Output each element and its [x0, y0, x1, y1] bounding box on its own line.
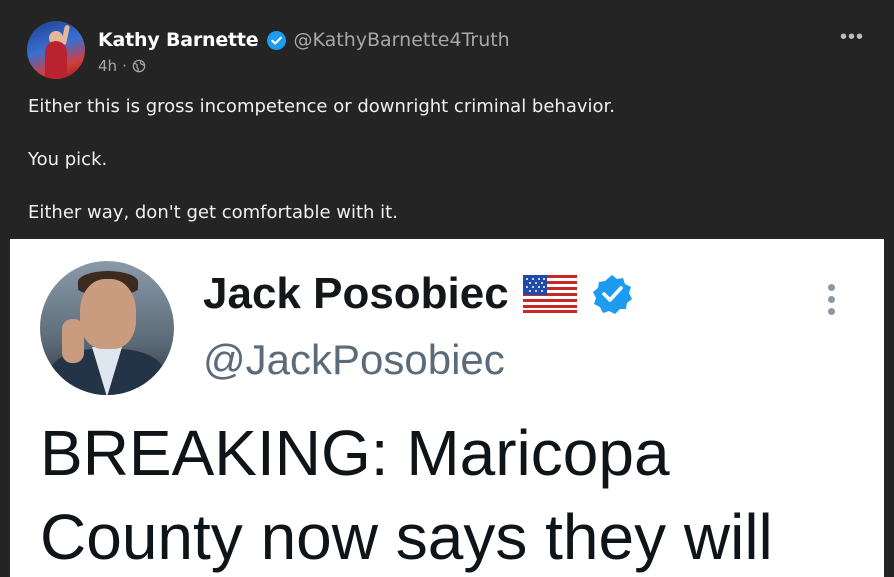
embedded-screenshot[interactable]: Jack Posobiec @JackPosobiec BREAKING: Ma… [10, 239, 884, 577]
globe-icon [132, 59, 146, 73]
more-options-icon[interactable]: ••• [840, 27, 864, 47]
post-text-line: You pick. [28, 149, 108, 170]
meta-separator: · [122, 57, 127, 75]
quoted-author-name: Jack Posobiec [203, 269, 509, 318]
post-meta: 4h · [98, 57, 146, 75]
quoted-text-line: County now says they will [40, 501, 773, 573]
us-flag-icon [522, 275, 577, 313]
post-text-line: Either this is gross incompetence or dow… [28, 96, 615, 117]
quoted-author-avatar [40, 261, 174, 395]
post-text: Either this is gross incompetence or dow… [28, 96, 615, 255]
quoted-text-line: BREAKING: Maricopa [40, 417, 670, 489]
quoted-verified-badge-icon [592, 275, 632, 314]
author-handle[interactable]: @KathyBarnette4Truth [294, 29, 510, 51]
author-name-row: Kathy Barnette @KathyBarnette4Truth [98, 29, 510, 51]
author-name[interactable]: Kathy Barnette [98, 29, 259, 51]
quoted-author-handle: @JackPosobiec [203, 336, 505, 383]
verified-badge-icon [266, 30, 286, 50]
quoted-more-icon [828, 284, 836, 320]
quoted-author-row: Jack Posobiec [203, 269, 633, 319]
post-card: Kathy Barnette @KathyBarnette4Truth 4h ·… [0, 0, 894, 577]
post-header: Kathy Barnette @KathyBarnette4Truth 4h ·… [0, 0, 894, 90]
quoted-tweet-text: BREAKING: Maricopa County now says they … [40, 411, 880, 577]
author-avatar[interactable] [27, 21, 85, 79]
post-timestamp[interactable]: 4h [98, 57, 117, 75]
